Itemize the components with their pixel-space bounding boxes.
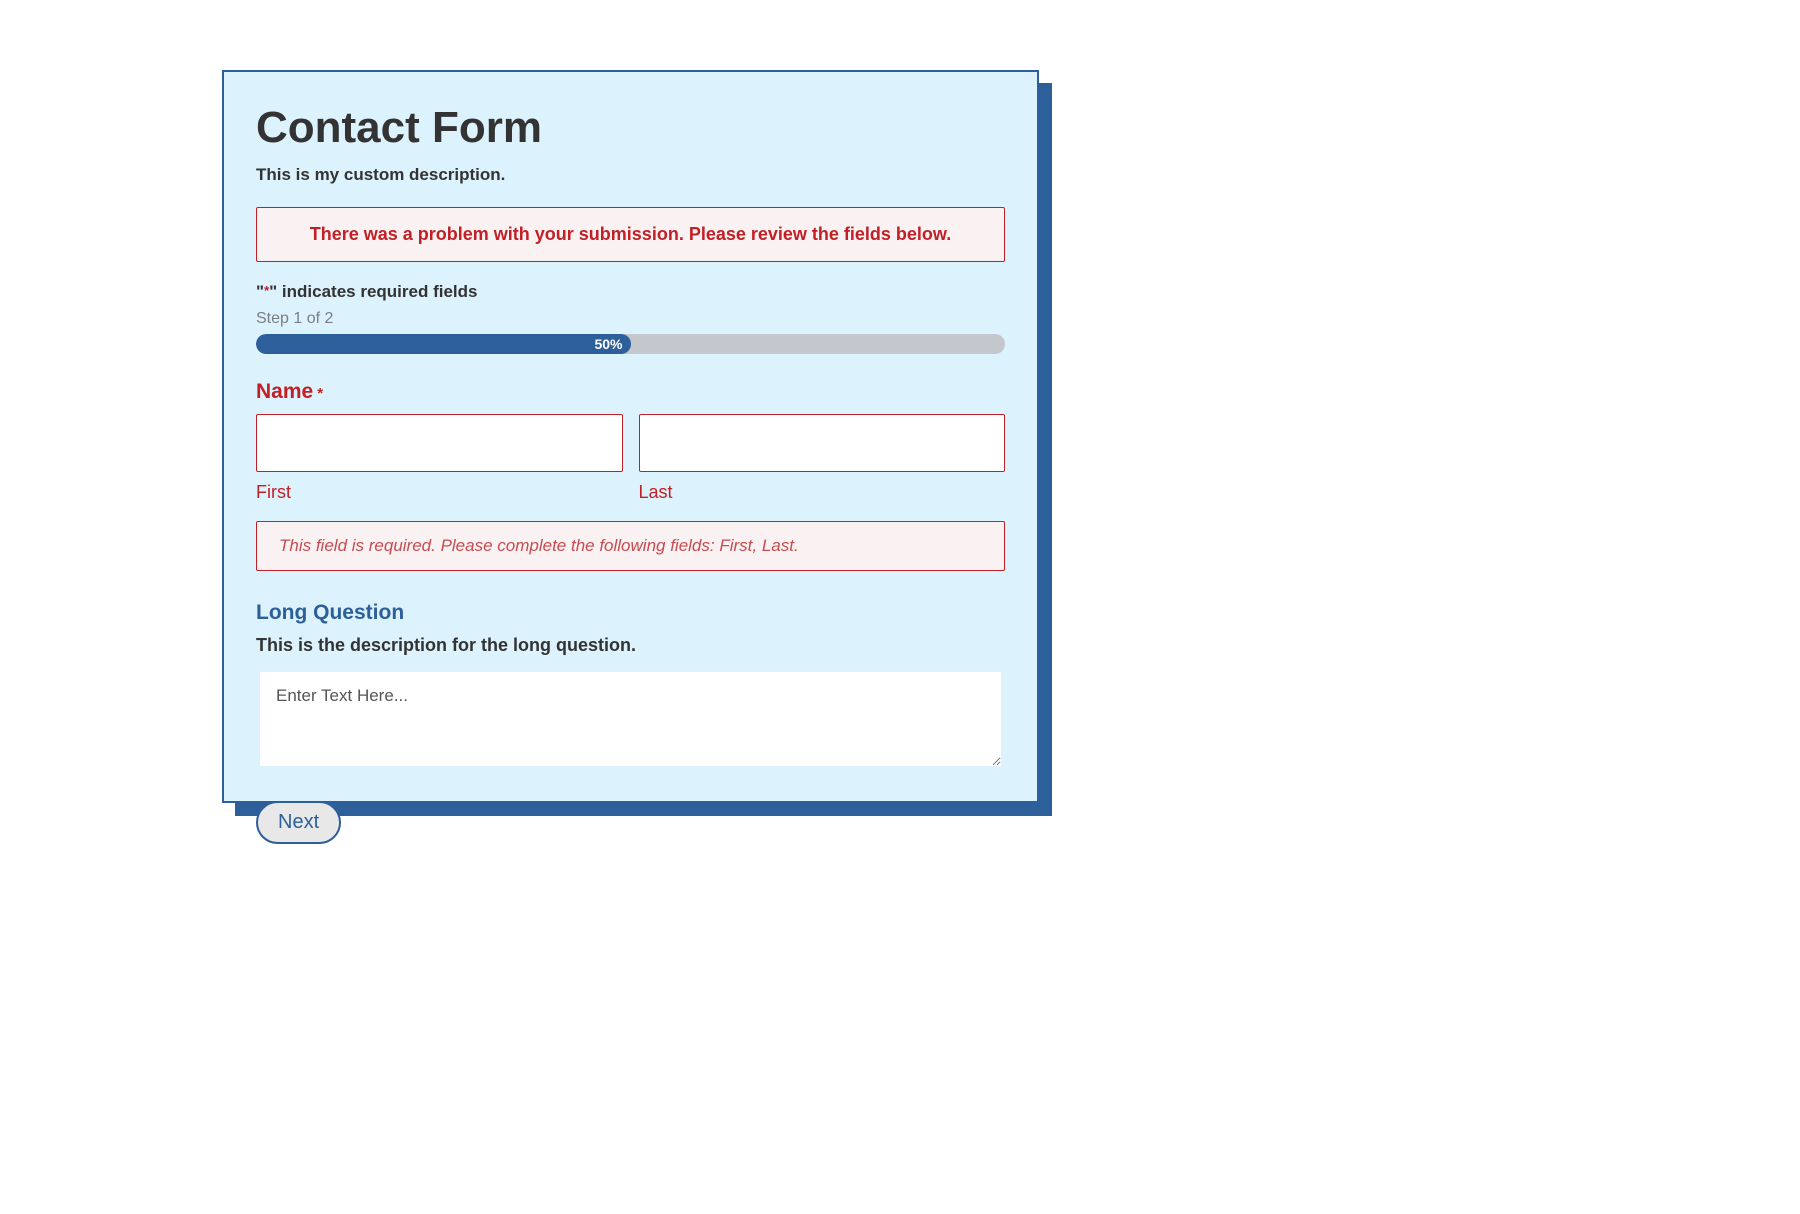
contact-form-panel: Contact Form This is my custom descripti… — [222, 70, 1039, 803]
long-question-block: Long Question This is the description fo… — [256, 601, 1005, 771]
required-fields-note: "*" indicates required fields — [256, 282, 1005, 302]
name-label-text: Name — [256, 380, 313, 403]
submission-error-banner: There was a problem with your submission… — [256, 207, 1005, 262]
form-description: This is my custom description. — [256, 165, 1005, 185]
last-name-column: Last — [639, 414, 1006, 503]
first-name-sublabel: First — [256, 482, 623, 503]
first-name-column: First — [256, 414, 623, 503]
name-field-error: This field is required. Please complete … — [256, 521, 1005, 571]
long-question-description: This is the description for the long que… — [256, 635, 1005, 656]
required-note-prefix: " — [256, 282, 264, 301]
long-question-label: Long Question — [256, 601, 1005, 625]
name-field-label: Name* — [256, 380, 1005, 404]
form-title: Contact Form — [256, 102, 1005, 155]
first-name-input[interactable] — [256, 414, 623, 472]
required-asterisk-icon: * — [317, 385, 323, 402]
progress-bar: 50% — [256, 334, 1005, 354]
progress-percent-label: 50% — [594, 336, 622, 352]
last-name-sublabel: Last — [639, 482, 1006, 503]
step-indicator: Step 1 of 2 — [256, 310, 1005, 328]
progress-bar-fill: 50% — [256, 334, 631, 354]
last-name-input[interactable] — [639, 414, 1006, 472]
required-note-suffix: " indicates required fields — [269, 282, 477, 301]
long-question-textarea[interactable] — [260, 672, 1001, 766]
name-input-row: First Last — [256, 414, 1005, 503]
next-button[interactable]: Next — [256, 801, 341, 844]
